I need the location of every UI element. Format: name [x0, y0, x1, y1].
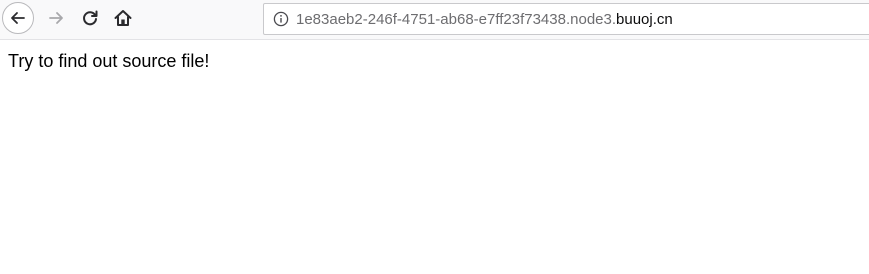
url-domain: buuoj.cn [616, 10, 673, 28]
reload-button[interactable] [76, 4, 104, 32]
url-subdomain: 1e83aeb2-246f-4751-ab68-e7ff23f73438.nod… [296, 10, 617, 28]
home-button[interactable] [109, 4, 137, 32]
arrow-right-icon [49, 12, 63, 24]
arrow-left-icon [11, 12, 25, 24]
info-icon[interactable] [273, 11, 289, 27]
page-content: Try to find out source file! [8, 51, 209, 72]
page-message: Try to find out source file! [8, 51, 210, 71]
reload-icon [83, 10, 98, 26]
home-icon [114, 10, 132, 26]
browser-toolbar: 1e83aeb2-246f-4751-ab68-e7ff23f73438.nod… [0, 0, 869, 40]
address-bar[interactable]: 1e83aeb2-246f-4751-ab68-e7ff23f73438.nod… [263, 3, 869, 35]
back-button[interactable] [2, 2, 34, 34]
url-text[interactable]: 1e83aeb2-246f-4751-ab68-e7ff23f73438.nod… [296, 11, 673, 28]
forward-button[interactable] [42, 4, 70, 32]
